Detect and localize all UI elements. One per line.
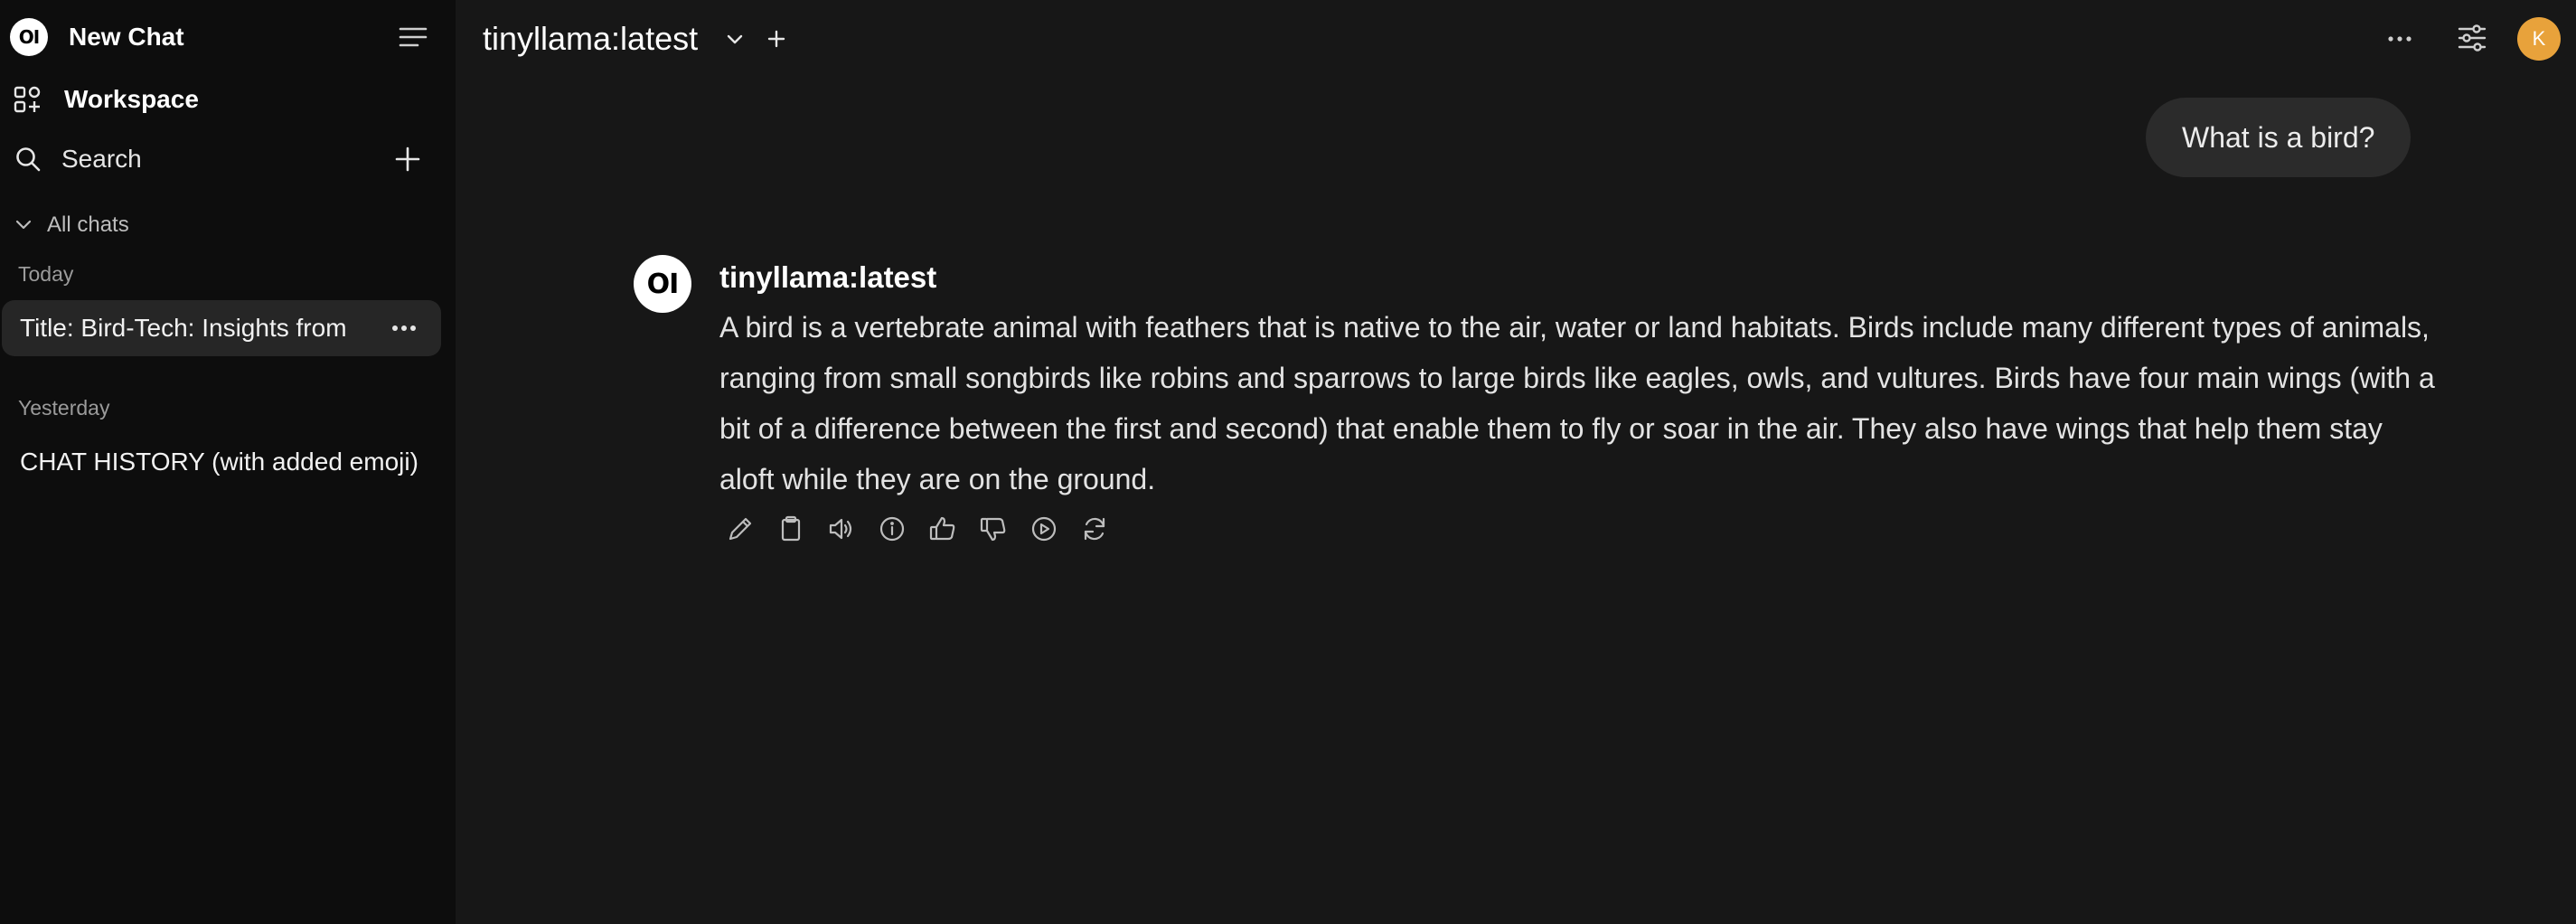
- edit-icon[interactable]: [723, 512, 757, 546]
- workspace-link[interactable]: Workspace: [0, 80, 456, 119]
- read-aloud-icon[interactable]: [824, 512, 859, 546]
- message-action-bar: [723, 512, 1112, 546]
- regenerate-icon[interactable]: [1077, 512, 1112, 546]
- all-chats-toggle[interactable]: All chats: [0, 210, 456, 240]
- chat-title: Title: Bird-Tech: Insights from: [20, 314, 347, 342]
- all-chats-label: All chats: [47, 212, 129, 237]
- search-icon: [14, 146, 42, 173]
- more-dots-icon[interactable]: [2384, 25, 2415, 52]
- assistant-model-name: tinyllama:latest: [719, 260, 937, 294]
- search-button[interactable]: Search: [0, 139, 456, 179]
- thumbs-down-icon[interactable]: [976, 512, 1011, 546]
- app-logo: OI: [10, 18, 48, 56]
- assistant-avatar: OI: [634, 255, 691, 313]
- copy-icon[interactable]: [774, 512, 808, 546]
- user-message-bubble: What is a bird?: [2146, 98, 2411, 177]
- workspace-grid-icon: [13, 85, 42, 114]
- more-dots-icon[interactable]: [389, 316, 419, 341]
- section-label-today: Today: [18, 262, 74, 286]
- new-chat-button[interactable]: OI New Chat: [0, 18, 456, 56]
- user-avatar[interactable]: K: [2517, 17, 2561, 61]
- add-model-plus-icon[interactable]: [764, 26, 789, 52]
- plus-icon[interactable]: [393, 145, 422, 174]
- search-label: Search: [61, 145, 142, 173]
- workspace-label: Workspace: [64, 85, 199, 113]
- sidebar: OI New Chat Workspace Search All chats T…: [0, 0, 456, 924]
- section-label-yesterday: Yesterday: [18, 396, 110, 420]
- info-icon[interactable]: [875, 512, 909, 546]
- chat-title: CHAT HISTORY (with added emoji): [20, 448, 418, 476]
- continue-icon[interactable]: [1027, 512, 1061, 546]
- model-selector[interactable]: tinyllama:latest: [483, 20, 698, 58]
- top-bar: tinyllama:latest K: [456, 0, 2576, 78]
- new-chat-label: New Chat: [69, 23, 184, 51]
- chevron-down-icon: [14, 216, 33, 234]
- chevron-down-icon[interactable]: [721, 25, 748, 52]
- assistant-message: A bird is a vertebrate animal with feath…: [719, 311, 2435, 495]
- thumbs-up-icon[interactable]: [926, 512, 960, 546]
- chat-history-item[interactable]: CHAT HISTORY (with added emoji): [2, 434, 441, 490]
- chat-history-item[interactable]: Title: Bird-Tech: Insights from: [2, 300, 441, 356]
- app-window: OI New Chat Workspace Search All chats T…: [0, 0, 2576, 924]
- sidebar-menu-icon[interactable]: [398, 24, 428, 50]
- sliders-icon[interactable]: [2456, 22, 2488, 54]
- chat-main: tinyllama:latest K What is a bird? OI ti…: [456, 0, 2576, 924]
